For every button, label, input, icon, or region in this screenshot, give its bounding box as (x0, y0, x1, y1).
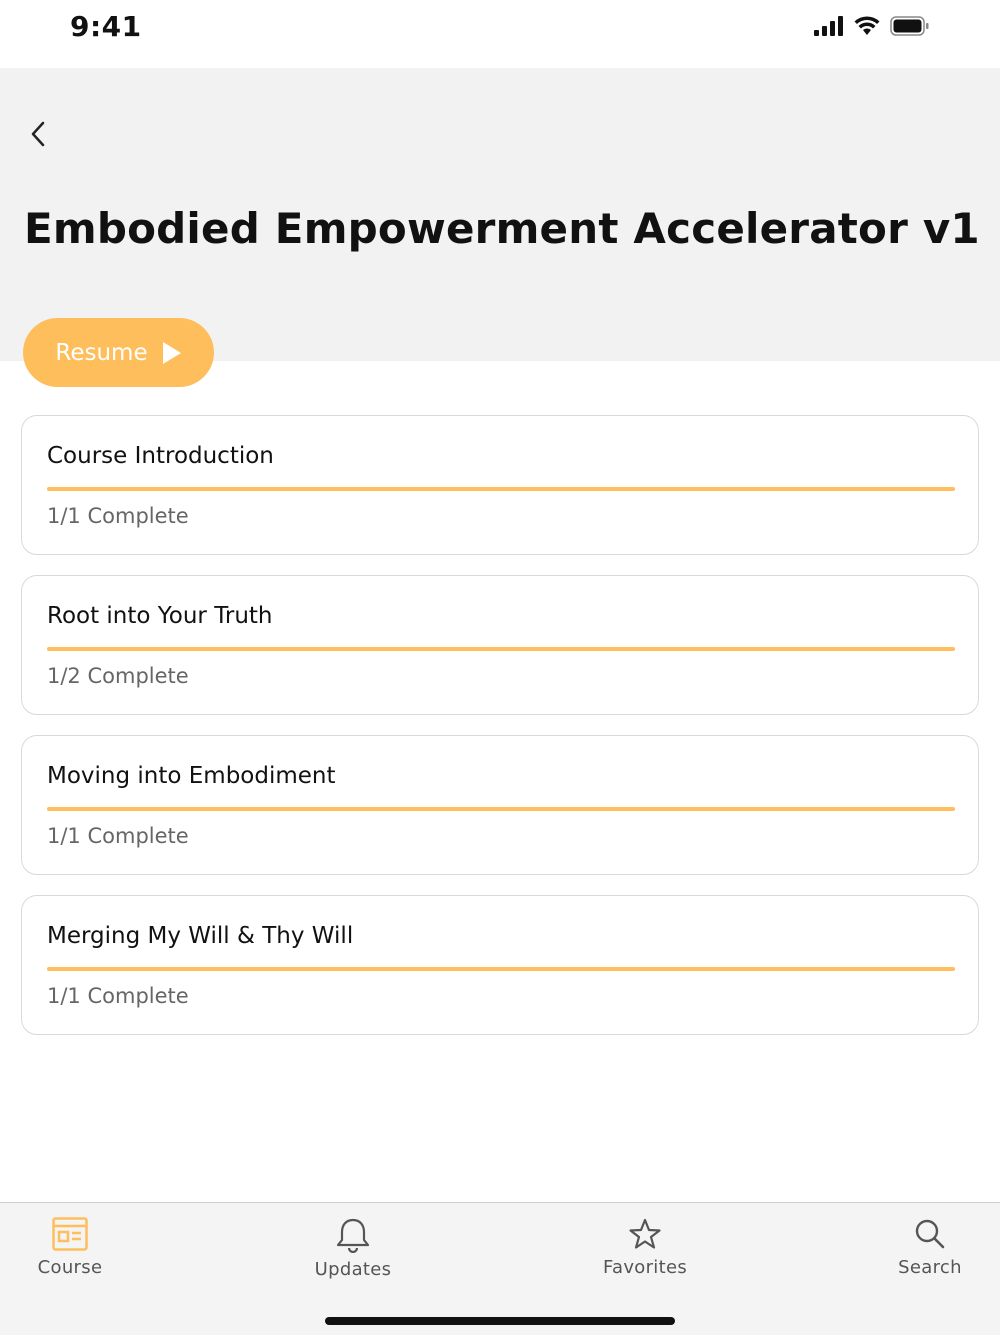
search-icon (915, 1219, 945, 1249)
section-title: Root into Your Truth (47, 603, 273, 629)
progress-fill (47, 647, 955, 651)
tab-bar: Course Updates Favorites Search (0, 1202, 1000, 1335)
section-status: 1/1 Complete (47, 984, 189, 1008)
progress-bar (47, 647, 955, 651)
chevron-left-icon (31, 121, 45, 147)
page-title: Embodied Empowerment Accelerator v1 (24, 204, 980, 253)
section-status: 1/2 Complete (47, 664, 189, 688)
signal-icon (814, 16, 843, 36)
section-card[interactable]: Course Introduction 1/1 Complete (21, 415, 979, 555)
section-status: 1/1 Complete (47, 824, 189, 848)
wifi-icon (854, 16, 880, 35)
progress-fill (47, 807, 955, 811)
progress-bar (47, 967, 955, 971)
progress-bar (47, 487, 955, 491)
tab-updates[interactable]: Updates (283, 1217, 423, 1280)
section-title: Course Introduction (47, 443, 274, 469)
progress-bar (47, 807, 955, 811)
status-time: 9:41 (70, 10, 142, 43)
tab-label: Updates (314, 1259, 392, 1280)
section-list: Course Introduction 1/1 Complete Root in… (21, 415, 979, 1055)
home-indicator (325, 1317, 675, 1325)
section-title: Merging My Will & Thy Will (47, 923, 354, 949)
tab-search[interactable]: Search (860, 1217, 1000, 1278)
resume-button[interactable]: Resume (23, 318, 214, 387)
status-icons (814, 16, 930, 36)
section-card[interactable]: Root into Your Truth 1/2 Complete (21, 575, 979, 715)
progress-fill (47, 967, 955, 971)
back-button[interactable] (20, 116, 56, 152)
section-card[interactable]: Moving into Embodiment 1/1 Complete (21, 735, 979, 875)
tab-favorites[interactable]: Favorites (575, 1217, 715, 1278)
status-bar: 9:41 (0, 0, 1000, 68)
bell-icon (336, 1218, 370, 1253)
resume-label: Resume (55, 339, 148, 366)
tab-label: Search (898, 1257, 962, 1278)
section-title: Moving into Embodiment (47, 763, 336, 789)
play-icon (162, 341, 181, 364)
tab-course[interactable]: Course (0, 1217, 140, 1278)
progress-fill (47, 487, 955, 491)
tab-label: Favorites (602, 1257, 687, 1278)
battery-icon (890, 16, 929, 36)
star-icon (629, 1218, 661, 1249)
course-icon (52, 1217, 88, 1251)
section-status: 1/1 Complete (47, 504, 189, 528)
section-card[interactable]: Merging My Will & Thy Will 1/1 Complete (21, 895, 979, 1035)
tab-label: Course (37, 1257, 103, 1278)
